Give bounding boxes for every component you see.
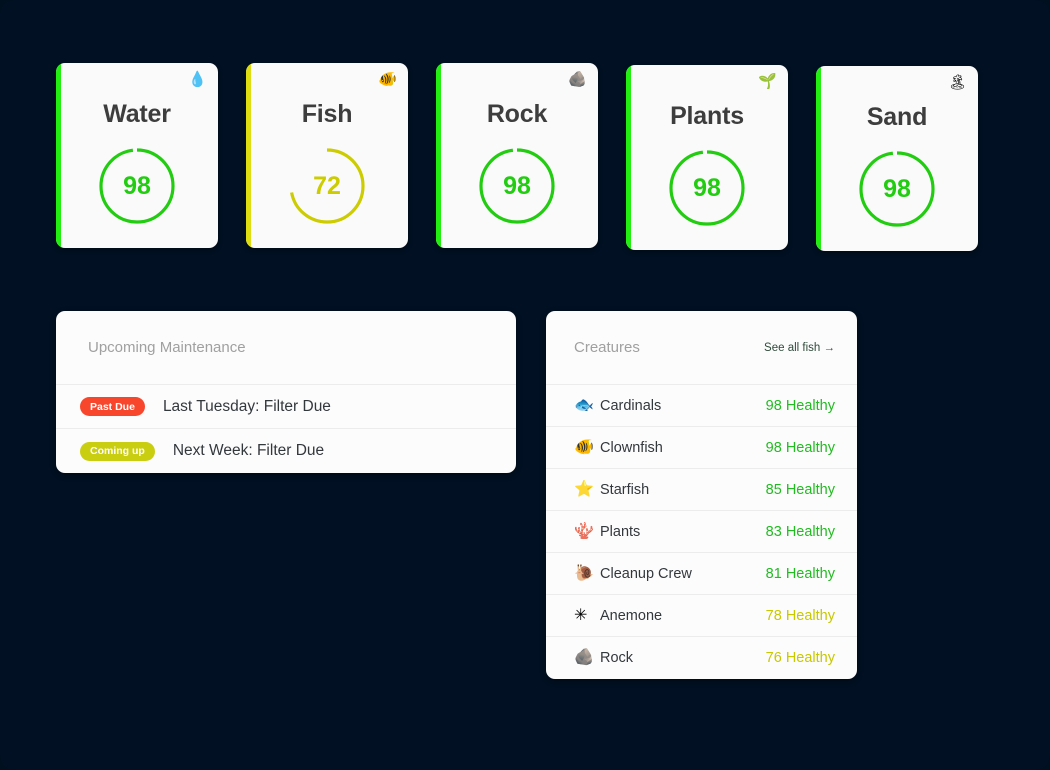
- creature-name: Plants: [600, 523, 641, 540]
- maintenance-row-list: Past Due Last Tuesday: Filter Due Coming u…: [56, 385, 516, 473]
- card-gauge-wrap: 98: [816, 148, 978, 230]
- gauge-ring: 98: [856, 148, 938, 230]
- creature-health-status: 76 Healthy: [765, 650, 835, 666]
- coral-icon: 🪸: [574, 522, 594, 540]
- creature-row[interactable]: 🐌 Cleanup Crew 81 Healthy: [546, 553, 857, 595]
- card-gauge-wrap: 98: [626, 147, 788, 229]
- maintenance-panel-header: Upcoming Maintenance: [56, 311, 516, 385]
- rock-icon: 🪨: [568, 71, 587, 88]
- creature-name: Anemone: [600, 607, 663, 624]
- snail-icon: 🐌: [574, 564, 594, 582]
- gauge-ring: 98: [476, 145, 558, 227]
- maintenance-row[interactable]: Past Due Last Tuesday: Filter Due: [56, 385, 516, 429]
- card-title: Fish: [301, 100, 353, 128]
- maintenance-row-text: Next Week: Filter Due: [172, 442, 325, 459]
- upcoming-maintenance-panel: Upcoming Maintenance Past Due Last Tuesda…: [56, 311, 516, 473]
- card-gauge-wrap: 72: [246, 145, 408, 227]
- creature-row[interactable]: ⭐ Starfish 85 Healthy: [546, 469, 857, 511]
- creatures-panel: Creatures See all fish → 🐟 Cardinals 98 He…: [546, 311, 857, 679]
- creature-row[interactable]: ✳ Anemone 78 Healthy: [546, 595, 857, 637]
- creature-health-status: 85 Healthy: [765, 481, 835, 498]
- status-card-sand[interactable]: 🏝 Sand 98: [816, 66, 978, 251]
- maintenance-panel-title: Upcoming Maintenance: [88, 339, 246, 356]
- creature-health-status: 98 Healthy: [765, 439, 835, 456]
- see-all-fish-link[interactable]: See all fish →: [764, 342, 835, 354]
- gauge-value: 98: [883, 174, 911, 203]
- anemone-icon: ✳: [574, 606, 588, 624]
- creature-name: Cardinals: [600, 397, 662, 414]
- creature-row[interactable]: 🐠 Clownfish 98 Healthy: [546, 427, 857, 469]
- creature-row-list: 🐟 Cardinals 98 Healthy 🐠 Clownfish 98 Healthy…: [546, 385, 857, 679]
- creatures-panel-header: Creatures See all fish →: [546, 311, 857, 385]
- card-gauge-wrap: 98: [56, 145, 218, 227]
- status-card-water[interactable]: 💧 Water 98: [56, 63, 218, 248]
- card-title: Sand: [866, 103, 928, 131]
- creature-name: Cleanup Crew: [600, 565, 692, 582]
- gauge-value: 98: [123, 171, 151, 200]
- gauge-value: 98: [503, 171, 531, 200]
- creature-row[interactable]: 🪨 Rock 76 Healthy: [546, 637, 857, 679]
- card-title: Water: [103, 100, 171, 128]
- card-title: Plants: [670, 102, 744, 130]
- status-cards-row: 💧 Water 98 🐠 Fish 72 🪨 Rock 98 🌱 Plants 98 🏝 Sand 98: [56, 63, 996, 251]
- status-card-plants[interactable]: 🌱 Plants 98: [626, 65, 788, 250]
- gauge-value: 72: [313, 171, 341, 200]
- status-card-fish[interactable]: 🐠 Fish 72: [246, 63, 408, 248]
- creature-name: Clownfish: [600, 439, 663, 456]
- card-gauge-wrap: 98: [436, 145, 598, 227]
- seedling-icon: 🌱: [758, 73, 777, 90]
- rock-icon: 🪨: [574, 649, 594, 666]
- status-badge: Coming up: [80, 441, 155, 461]
- maintenance-row[interactable]: Coming up Next Week: Filter Due: [56, 429, 516, 473]
- creature-health-status: 83 Healthy: [765, 523, 835, 540]
- gauge-value: 98: [693, 173, 721, 202]
- creature-name: Starfish: [600, 481, 650, 498]
- card-title: Rock: [486, 100, 548, 128]
- gauge-ring: 72: [286, 145, 368, 227]
- beach-icon: 🏝: [947, 74, 967, 91]
- creature-health-status: 98 Healthy: [765, 397, 835, 414]
- fish-icon: 🐟: [574, 396, 594, 414]
- creature-row[interactable]: 🐟 Cardinals 98 Healthy: [546, 385, 857, 427]
- creature-row[interactable]: 🪸 Plants 83 Healthy: [546, 511, 857, 553]
- clownfish-icon: 🐠: [574, 438, 594, 456]
- creature-name: Rock: [600, 650, 634, 666]
- status-badge: Past Due: [80, 397, 145, 416]
- maintenance-row-text: Last Tuesday: Filter Due: [162, 397, 331, 415]
- gauge-ring: 98: [96, 145, 178, 227]
- creature-health-status: 81 Healthy: [765, 565, 835, 582]
- starfish-icon: ⭐: [574, 480, 594, 498]
- creature-health-status: 78 Healthy: [765, 607, 835, 624]
- clownfish-icon: 🐠: [378, 71, 397, 88]
- gauge-ring: 98: [666, 147, 748, 229]
- water-drop-icon: 💧: [188, 71, 207, 88]
- status-card-rock[interactable]: 🪨 Rock 98: [436, 63, 598, 248]
- dashboard-page: 💧 Water 98 🐠 Fish 72 🪨 Rock 98 🌱 Plants 98 🏝 Sand 98 U…: [0, 0, 1050, 770]
- creatures-panel-title: Creatures: [574, 339, 640, 356]
